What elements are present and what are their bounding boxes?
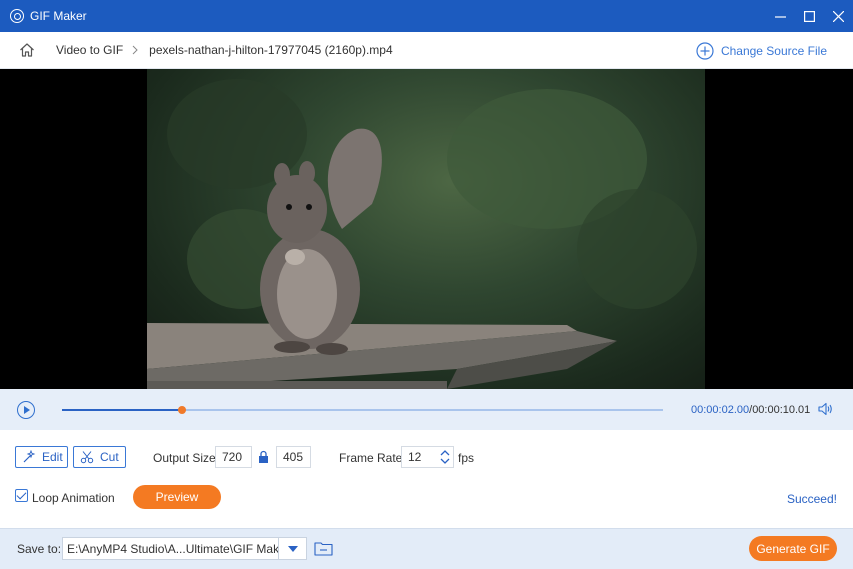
video-preview <box>0 69 853 389</box>
breadcrumb-file-name: pexels-nathan-j-hilton-17977045 (2160p).… <box>149 43 393 57</box>
preview-button[interactable]: Preview <box>133 485 221 509</box>
playback-bar: 00:00:02.00/00:00:10.01 <box>0 389 853 430</box>
footer-bar: Save to: E:\AnyMP4 Studio\A...Ultimate\G… <box>0 528 853 569</box>
cut-label: Cut <box>100 450 119 464</box>
maximize-icon <box>804 10 815 22</box>
title-bar: GIF Maker <box>0 0 853 32</box>
fps-label: fps <box>458 451 475 465</box>
frame-rate-label: Frame Rate: <box>339 451 406 465</box>
gif-settings-panel: Edit Cut Output Size: 720 405 Frame Rate… <box>0 430 853 528</box>
time-readout: 00:00:02.00/00:00:10.01 <box>691 404 810 416</box>
video-frame <box>147 69 705 389</box>
frame-rate-value: 12 <box>408 450 422 464</box>
generate-gif-button[interactable]: Generate GIF <box>749 536 837 561</box>
change-source-label: Change Source File <box>720 43 827 58</box>
lock-icon[interactable] <box>258 450 269 464</box>
squirrel-scene <box>147 128 617 389</box>
edit-label: Edit <box>42 450 63 464</box>
open-folder-icon[interactable] <box>314 541 333 556</box>
save-path-dropdown[interactable]: E:\AnyMP4 Studio\A...Ultimate\GIF Maker <box>62 537 307 560</box>
timeline-progress <box>62 409 183 411</box>
chevron-down-icon[interactable] <box>278 538 306 559</box>
timeline-slider[interactable] <box>62 406 663 414</box>
play-icon[interactable] <box>17 401 35 419</box>
close-button[interactable] <box>824 0 853 32</box>
add-circle-icon <box>696 41 714 60</box>
window-title: GIF Maker <box>30 9 87 23</box>
gif-maker-icon <box>10 9 24 23</box>
cut-button[interactable]: Cut <box>73 446 126 468</box>
minimize-button[interactable] <box>766 0 795 32</box>
change-source-file-button[interactable]: Change Source File <box>696 32 827 69</box>
frame-rate-stepper[interactable] <box>439 447 451 467</box>
output-width-field[interactable]: 720 <box>215 446 252 468</box>
breadcrumb: Video to GIF pexels-nathan-j-hilton-1797… <box>0 32 853 69</box>
magic-wand-icon <box>23 450 36 463</box>
breadcrumb-video-to-gif[interactable]: Video to GIF <box>56 43 123 57</box>
minimize-icon <box>775 15 786 18</box>
status-message: Succeed! <box>786 492 837 506</box>
output-size-label: Output Size: <box>153 451 220 465</box>
loop-animation-label: Loop Animation <box>32 491 115 505</box>
loop-animation-checkbox[interactable] <box>15 489 28 502</box>
timeline-handle[interactable] <box>178 406 187 414</box>
edit-button[interactable]: Edit <box>15 446 68 468</box>
chevron-right-icon <box>132 44 140 56</box>
current-time: 00:00:02.00 <box>691 404 750 416</box>
output-height-field[interactable]: 405 <box>276 446 311 468</box>
total-time: 00:00:10.01 <box>752 404 811 416</box>
close-icon <box>833 10 844 22</box>
home-icon[interactable] <box>18 41 36 59</box>
save-to-label: Save to: <box>17 542 62 556</box>
scissors-icon <box>80 451 94 464</box>
window-controls <box>766 0 853 32</box>
volume-icon[interactable] <box>818 402 834 416</box>
save-path-value: E:\AnyMP4 Studio\A...Ultimate\GIF Maker <box>67 541 279 556</box>
maximize-button[interactable] <box>795 0 824 32</box>
